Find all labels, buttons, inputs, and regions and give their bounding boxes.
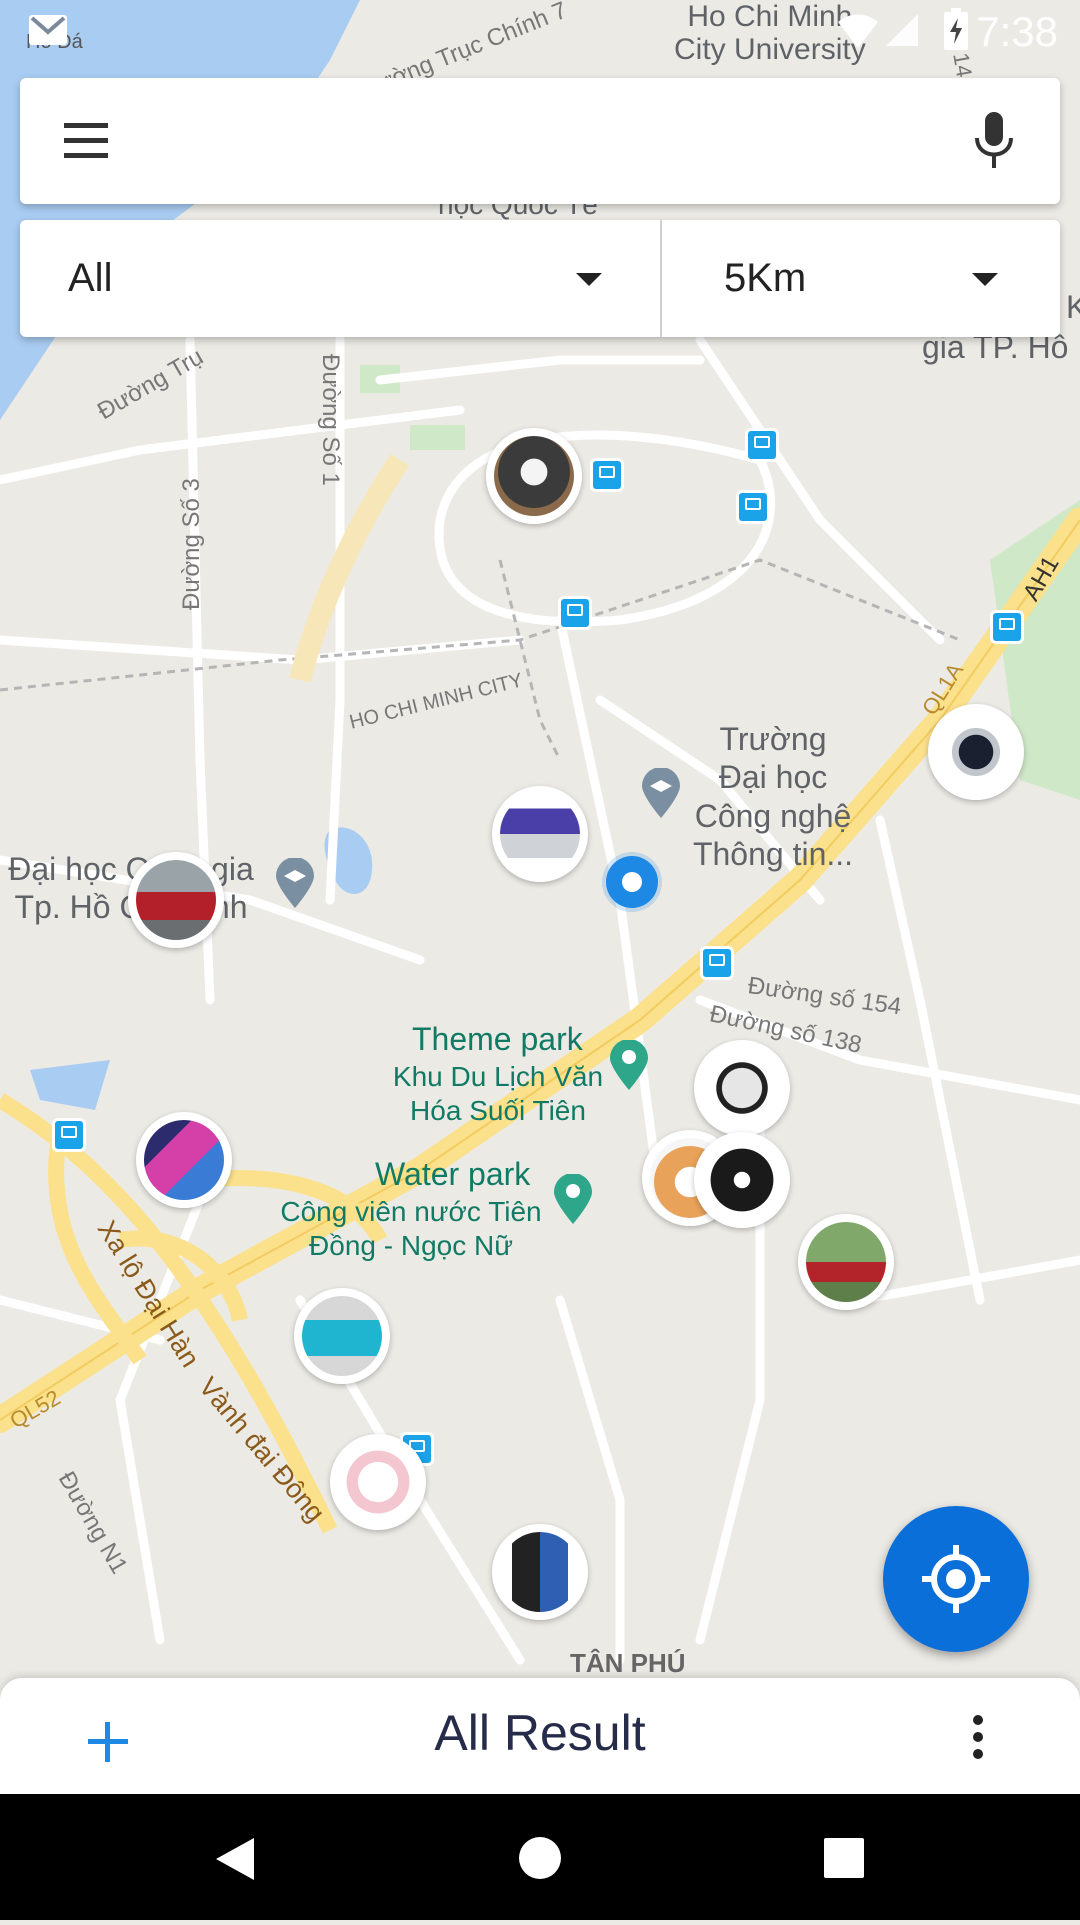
chevron-down-icon [972,273,998,286]
marker-laptop[interactable] [492,786,588,882]
distance-dropdown[interactable]: 5Km [662,220,1058,337]
map-label-cong-vien: Công viên nước Tiên Đồng - Ngọc Nữ [280,1196,542,1261]
marker-motorbike-tires[interactable] [694,1132,790,1228]
chevron-down-icon [576,273,602,286]
my-location-icon [922,1545,990,1613]
marker-scooter[interactable] [694,1040,790,1136]
back-icon[interactable] [214,1836,256,1882]
menu-icon[interactable] [64,123,108,159]
category-value: All [68,256,113,300]
status-time: 7:38 [976,8,1058,55]
wifi-icon [838,14,878,48]
more-vert-icon[interactable] [968,1714,988,1760]
marker-wristwatch[interactable] [928,704,1024,800]
marker-red-car[interactable] [128,852,224,948]
search-bar[interactable] [20,78,1060,204]
map-label-khu-du-lich: Khu Du Lịch Văn Hóa Suối Tiên [392,1061,604,1126]
bus-stop-icon [736,490,770,524]
map-label-tan-phu: TÂN PHÚ [570,1648,686,1678]
cell-signal-icon [886,14,918,46]
marker-hello-kitty-mug[interactable] [330,1434,426,1530]
bus-stop-icon [990,610,1024,644]
category-dropdown[interactable]: All [20,220,662,337]
marker-red-motorbike[interactable] [798,1214,894,1310]
map-label-water-park: Water park [375,1156,531,1192]
current-location-dot [606,856,658,908]
distance-value: 5Km [724,256,807,300]
road-label-duong-so-3: Đường Số 3 [178,478,205,610]
map-label-k: K [1066,289,1080,325]
map-label-uit: Trường Đại học Công nghệ Thông tin... [692,721,854,873]
my-location-button[interactable] [883,1506,1029,1652]
search-input[interactable] [140,108,964,174]
results-title: All Result [434,1705,646,1761]
marker-blue-basket[interactable] [294,1288,390,1384]
park-pin-icon [554,1174,592,1224]
filter-bar: All 5Km [20,220,1060,337]
recents-icon[interactable] [824,1838,864,1878]
marker-motorbike-battery[interactable] [492,1524,588,1620]
bus-stop-icon [590,458,624,492]
bus-stop-icon [52,1118,86,1152]
system-nav-bar [0,1794,1080,1920]
park-pin-icon [610,1040,648,1090]
marker-husky-dog[interactable] [486,428,582,524]
mic-icon[interactable] [974,112,1014,170]
bottom-bar: All Result [0,1678,1080,1794]
map-label-theme-park: Theme park [412,1021,583,1057]
home-icon[interactable] [518,1836,562,1880]
school-pin-icon [642,768,680,818]
bus-stop-icon [745,428,779,462]
road-label-duong-so-1: Đường Số 1 [317,354,344,486]
gmail-icon [29,15,67,45]
status-bar: 7:38 [0,0,1080,63]
bus-stop-icon [558,596,592,630]
marker-smartphone[interactable] [136,1112,232,1208]
bus-stop-icon [700,946,734,980]
school-pin-icon [276,858,314,908]
battery-charging-icon [944,8,968,50]
